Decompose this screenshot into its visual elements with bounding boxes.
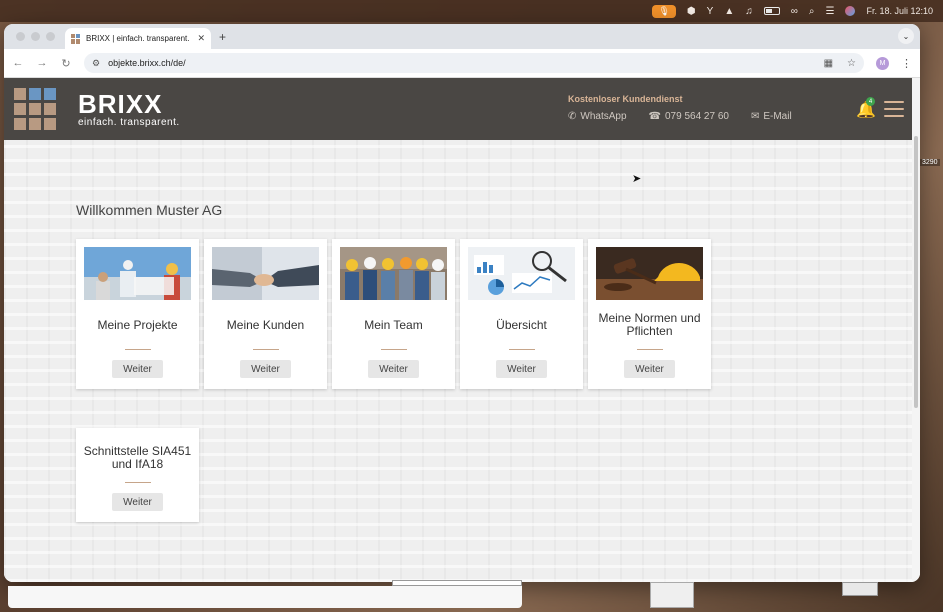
weiter-button[interactable]: Weiter [496,360,547,378]
reload-icon[interactable]: ↻ [60,57,72,70]
card-divider [125,482,151,483]
card-divider [637,349,663,350]
card-divider [381,349,407,350]
card-meine-projekte[interactable]: Meine Projekte Weiter [76,239,199,389]
address-bar-actions: ▦ ☆ [824,58,856,69]
handshake-image [212,247,319,300]
site-info-icon[interactable]: ⚙ [92,58,100,69]
brand-name: BRIXX [78,88,163,119]
bookmark-star-icon[interactable]: ☆ [847,58,856,69]
profile-avatar[interactable]: M [876,56,889,70]
web-page: BRIXX einfach. transparent. Kostenloser … [4,78,920,582]
tab-title: BRIXX | einfach. transparent. [86,34,190,43]
notification-badge: 4 [866,97,875,106]
tab-brixx[interactable]: BRIXX | einfach. transparent. ✕ [65,28,211,49]
card-divider [253,349,279,350]
battery-icon[interactable] [763,7,780,15]
site-header: BRIXX einfach. transparent. Kostenloser … [4,78,920,140]
card-divider [125,349,151,350]
team-image [340,247,447,300]
brixx-logo-icon[interactable] [14,88,56,130]
weiter-button[interactable]: Weiter [112,360,163,378]
headphones-icon[interactable]: ♫ [745,6,753,17]
minimize-window-button[interactable] [31,32,40,41]
phone-link[interactable]: ☎ 079 564 27 60 [649,111,729,122]
url-text[interactable]: objekte.brixx.ch/de/ [108,58,816,68]
customer-service-block: Kostenloser Kundendienst ✆ WhatsApp ☎ 079 … [568,94,792,122]
browser-menu-icon[interactable]: ⋮ [901,57,912,70]
microphone-icon[interactable]: 🎙 [652,4,676,18]
extension-icon[interactable]: ▦ [824,58,833,69]
browser-toolbar: ← → ↻ ⚙ objekte.brixx.ch/de/ ▦ ☆ M ⋮ [4,49,920,78]
whatsapp-link[interactable]: ✆ WhatsApp [568,111,627,122]
dashboard-content: Willkommen Muster AG Meine Projekte Weit… [4,140,912,582]
tab-search-dropdown-icon[interactable]: ⌄ [898,28,914,44]
card-title: Meine Normen und Pflichten [598,311,701,338]
card-title: Mein Team [364,317,423,332]
card-meine-normen-und-pflichten[interactable]: Meine Normen und Pflichten Weiter [588,239,711,389]
scrollbar-thumb[interactable] [914,136,918,408]
contact-links: ✆ WhatsApp ☎ 079 564 27 60 ✉ E-Mail [568,111,792,122]
forward-arrow-icon[interactable]: → [36,57,48,69]
app-icon[interactable]: ⬢ [687,6,696,17]
desktop-side-number: 3290 [920,159,940,166]
tab-strip: BRIXX | einfach. transparent. ✕ + ⌄ [4,24,920,49]
weiter-button[interactable]: Weiter [368,360,419,378]
mail-icon: ✉ [750,111,760,122]
address-bar[interactable]: ⚙ objekte.brixx.ch/de/ ▦ ☆ [84,53,864,73]
construction-workers-image [84,247,191,300]
card-title: Schnittstelle SIA451 und IfA18 [83,444,192,471]
back-arrow-icon[interactable]: ← [12,57,24,69]
desktop-file-icon[interactable] [842,582,878,596]
control-center-icon[interactable]: ☰ [825,6,834,17]
hamburger-menu-icon[interactable] [884,101,904,122]
card-divider [509,349,535,350]
welcome-heading: Willkommen Muster AG [76,202,223,218]
email-link[interactable]: ✉ E-Mail [751,111,792,122]
brixx-logo-text[interactable]: BRIXX einfach. transparent. [78,91,180,128]
macos-menu-bar: 🎙 ⬢ Y ▲ ♫ ∞ ⌕ ☰ Fr. 18. Juli 12:10 [0,0,943,22]
page-scrollbar[interactable] [912,78,920,582]
gavel-image [596,247,703,300]
close-tab-icon[interactable]: ✕ [197,33,205,44]
charts-image [468,247,575,300]
zoom-window-button[interactable] [46,32,55,41]
whatsapp-icon: ✆ [568,111,577,122]
menu-bar-status-area: 🎙 ⬢ Y ▲ ♫ ∞ ⌕ ☰ Fr. 18. Juli 12:10 [652,4,933,18]
brixx-favicon-icon [71,33,81,44]
background-window [8,586,522,608]
menu-bar-clock[interactable]: Fr. 18. Juli 12:10 [866,6,933,16]
background-window-tab [392,580,522,586]
weiter-button[interactable]: Weiter [240,360,291,378]
link-icon[interactable]: ∞ [791,6,798,17]
browser-window: BRIXX | einfach. transparent. ✕ + ⌄ ← → … [4,24,920,582]
search-icon[interactable]: ⌕ [809,6,815,17]
tool-icon[interactable]: Y [707,6,714,17]
card-mein-team[interactable]: Mein Team Weiter [332,239,455,389]
weiter-button[interactable]: Weiter [624,360,675,378]
desktop-thumbnail[interactable] [650,582,694,608]
card-title: Meine Projekte [97,317,178,332]
new-tab-button[interactable]: + [211,30,234,49]
card-uebersicht[interactable]: Übersicht Weiter [460,239,583,389]
card-title: Meine Kunden [226,317,305,332]
card-schnittstelle-sia451[interactable]: Schnittstelle SIA451 und IfA18 Weiter [76,428,199,522]
close-window-button[interactable] [16,32,25,41]
drive-icon[interactable]: ▲ [724,6,734,17]
brand-tagline: einfach. transparent. [78,116,180,128]
customer-service-title: Kostenloser Kundendienst [568,94,683,104]
mouse-cursor-icon: ➤ [632,173,642,185]
weiter-button[interactable]: Weiter [112,493,163,511]
card-meine-kunden[interactable]: Meine Kunden Weiter [204,239,327,389]
window-controls [4,32,65,49]
phone-icon: ☎ [648,111,661,122]
siri-icon[interactable] [845,6,856,16]
card-title: Übersicht [496,317,547,332]
